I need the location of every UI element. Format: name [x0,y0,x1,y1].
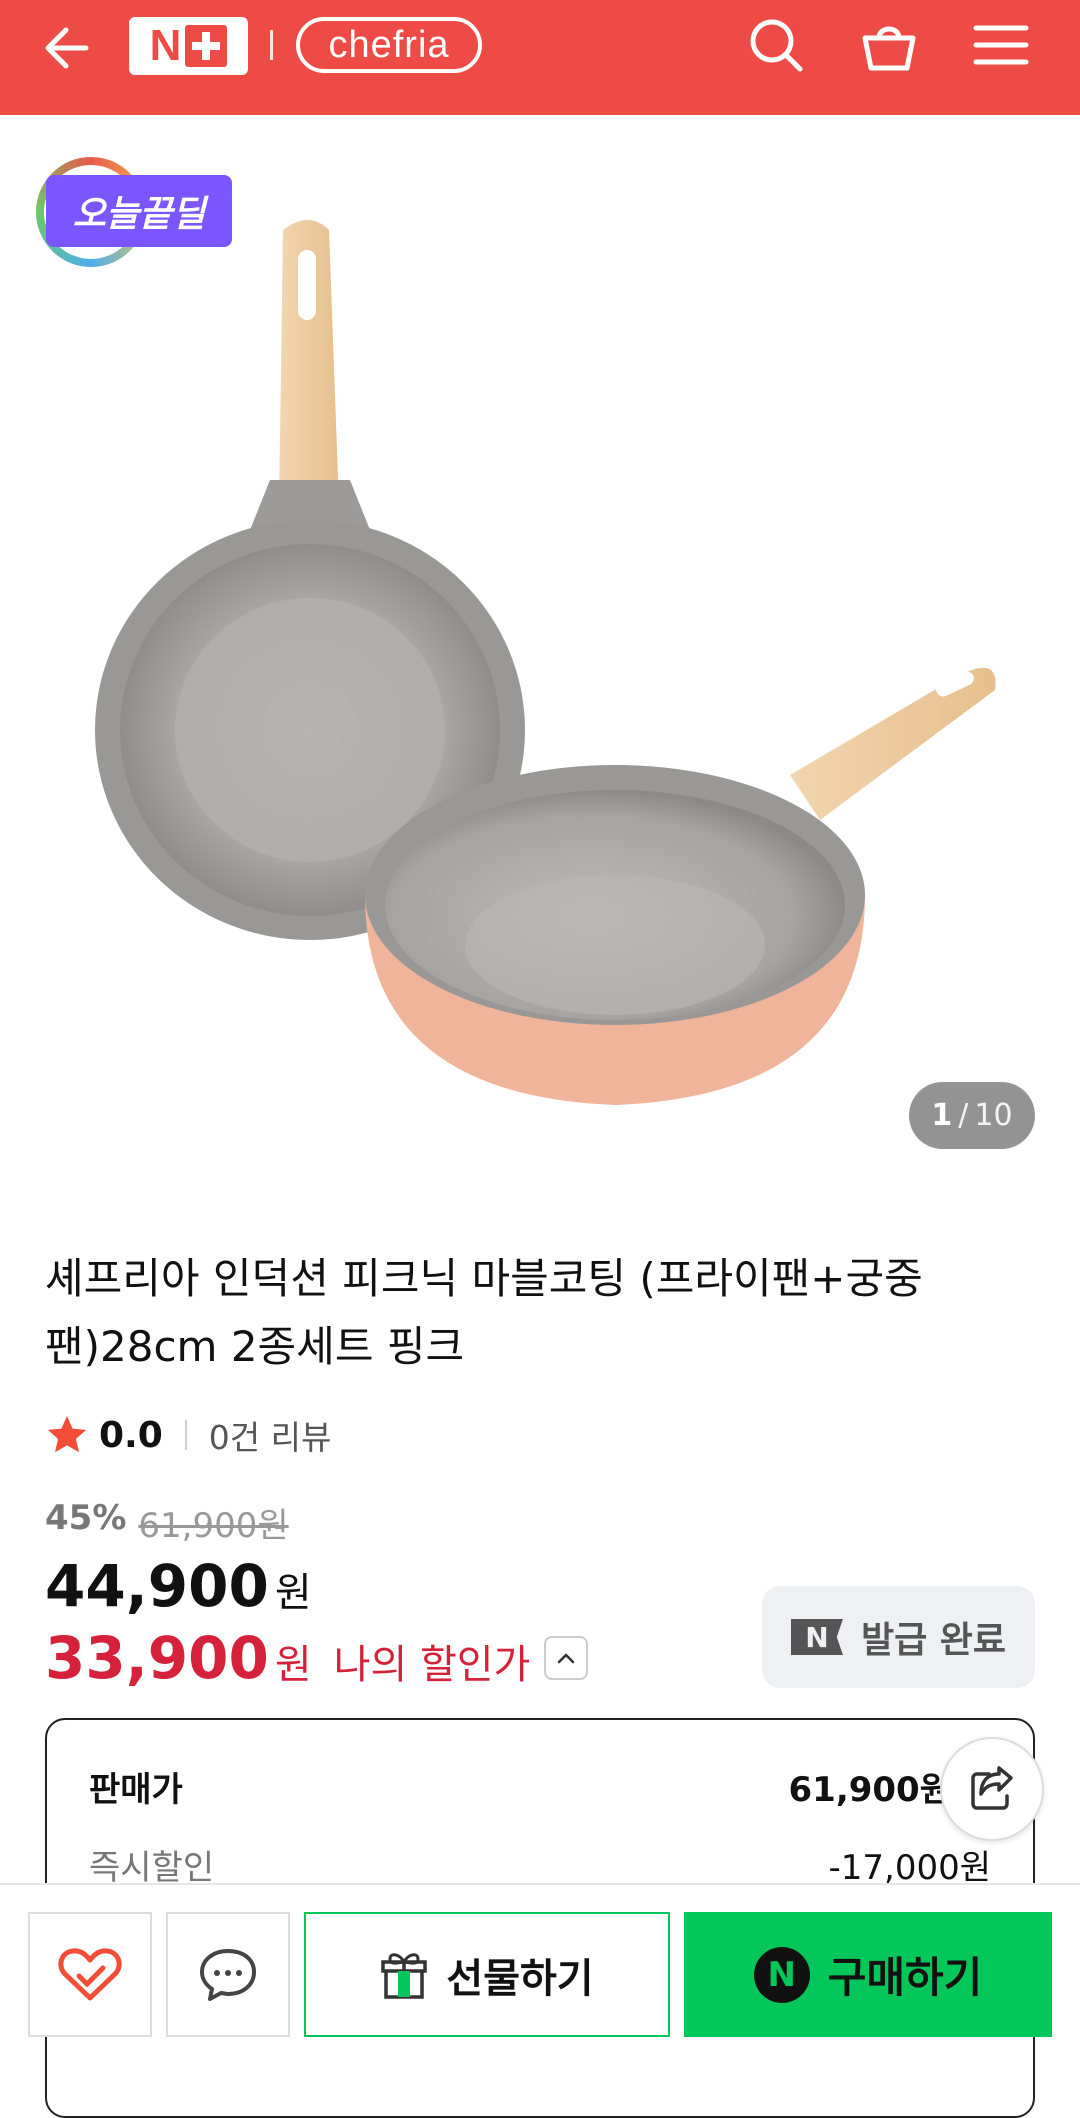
detail-value: -17,000원 [828,1848,991,1888]
gift-icon [381,1952,428,1999]
brand-logo[interactable]: chefria [296,17,482,73]
discount-percent: 45% [45,1498,127,1538]
naver-plus-letter: N [149,21,182,70]
my-price-unit: 원 [274,1642,312,1688]
star-icon [47,1416,87,1453]
pager-separator: / [958,1098,969,1133]
product-image-carousel[interactable]: 오늘끝딜 1 / 10 [0,115,1080,1165]
discount-row: 45% 61,900원 [45,1498,289,1547]
gift-label: 선물하기 [446,1955,594,2002]
top-header: N chefria [0,0,1080,115]
menu-icon[interactable] [970,14,1032,76]
rating-divider [184,1420,187,1450]
pager-total: 10 [974,1098,1013,1133]
product-photo [95,220,996,1105]
original-price: 61,900원 [138,1506,289,1546]
gift-button[interactable]: 선물하기 [304,1912,670,2037]
my-discount-price: 33,900 원 나의 할인가 [45,1624,589,1692]
rating-score: 0.0 [99,1414,163,1456]
image-pager: 1 / 10 [909,1082,1035,1149]
search-icon[interactable] [745,14,807,76]
coupon-label: 발급 완료 [860,1620,1006,1661]
naver-plus-logo[interactable]: N [129,17,248,75]
chevron-up-icon[interactable] [544,1636,589,1680]
pager-current: 1 [931,1098,953,1133]
review-count-link[interactable]: 0건 리뷰 [209,1411,332,1459]
naver-pay-icon: N [753,1946,810,2003]
detail-value: 61,900원 [788,1770,951,1810]
back-arrow-icon[interactable] [38,18,98,78]
coupon-issued-button[interactable]: N 발급 완료 [762,1586,1035,1688]
detail-row-sale: 판매가 61,900원 [89,1762,991,1811]
deal-badge-label: 오늘끝딜 [46,175,232,247]
buy-label: 구매하기 [827,1953,983,2002]
detail-label: 즉시할인 [89,1848,215,1888]
cart-icon[interactable] [858,14,920,76]
my-price-value: 33,900 [45,1624,269,1692]
product-title: 셰프리아 인덕션 피크닉 마블코팅 (프라이팬+궁중팬)28cm 2종세트 핑크 [45,1254,923,1371]
plus-icon [185,25,228,67]
header-divider [270,30,273,60]
heart-icon [58,1947,122,2000]
naver-coupon-icon: N [790,1619,843,1655]
sale-price-unit: 원 [274,1570,312,1616]
share-icon[interactable] [940,1737,1044,1841]
buy-button[interactable]: N 구매하기 [684,1912,1052,2037]
detail-label: 판매가 [89,1770,183,1810]
chat-bubble-icon [200,1948,256,2001]
rating-row[interactable]: 0.0 0건 리뷰 [45,1410,331,1460]
bottom-action-bar: 선물하기 N 구매하기 [0,1883,1080,2037]
sale-price: 44,900 원 [45,1552,312,1620]
wishlist-button[interactable] [28,1912,152,2037]
sale-price-value: 44,900 [45,1552,269,1620]
detail-row-instant-discount: 즉시할인 -17,000원 [89,1840,991,1889]
my-price-label: 나의 할인가 [333,1642,531,1688]
talktalk-button[interactable] [166,1912,290,2037]
